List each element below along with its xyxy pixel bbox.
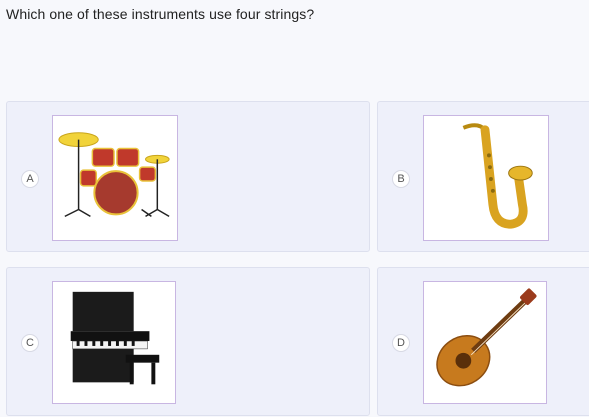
answer-option-d[interactable]: D <box>377 267 589 416</box>
option-letter-c: C <box>21 334 39 352</box>
option-letter-a: A <box>21 170 39 188</box>
answer-option-c[interactable]: C <box>6 267 370 416</box>
question-text: Which one of these instruments use four … <box>6 6 315 22</box>
answer-option-b[interactable]: B <box>377 101 589 252</box>
saxophone-icon <box>462 123 533 229</box>
drum-kit-image <box>52 115 178 241</box>
acoustic-guitar-image <box>423 281 547 404</box>
answer-option-a[interactable]: A <box>6 101 370 252</box>
option-letter-b: B <box>392 170 410 188</box>
acoustic-guitar-icon <box>436 288 537 387</box>
option-letter-d: D <box>392 334 410 352</box>
upright-piano-image <box>52 281 176 404</box>
drum-kit-icon <box>58 132 170 218</box>
saxophone-image <box>423 115 549 241</box>
upright-piano-icon <box>70 291 160 385</box>
